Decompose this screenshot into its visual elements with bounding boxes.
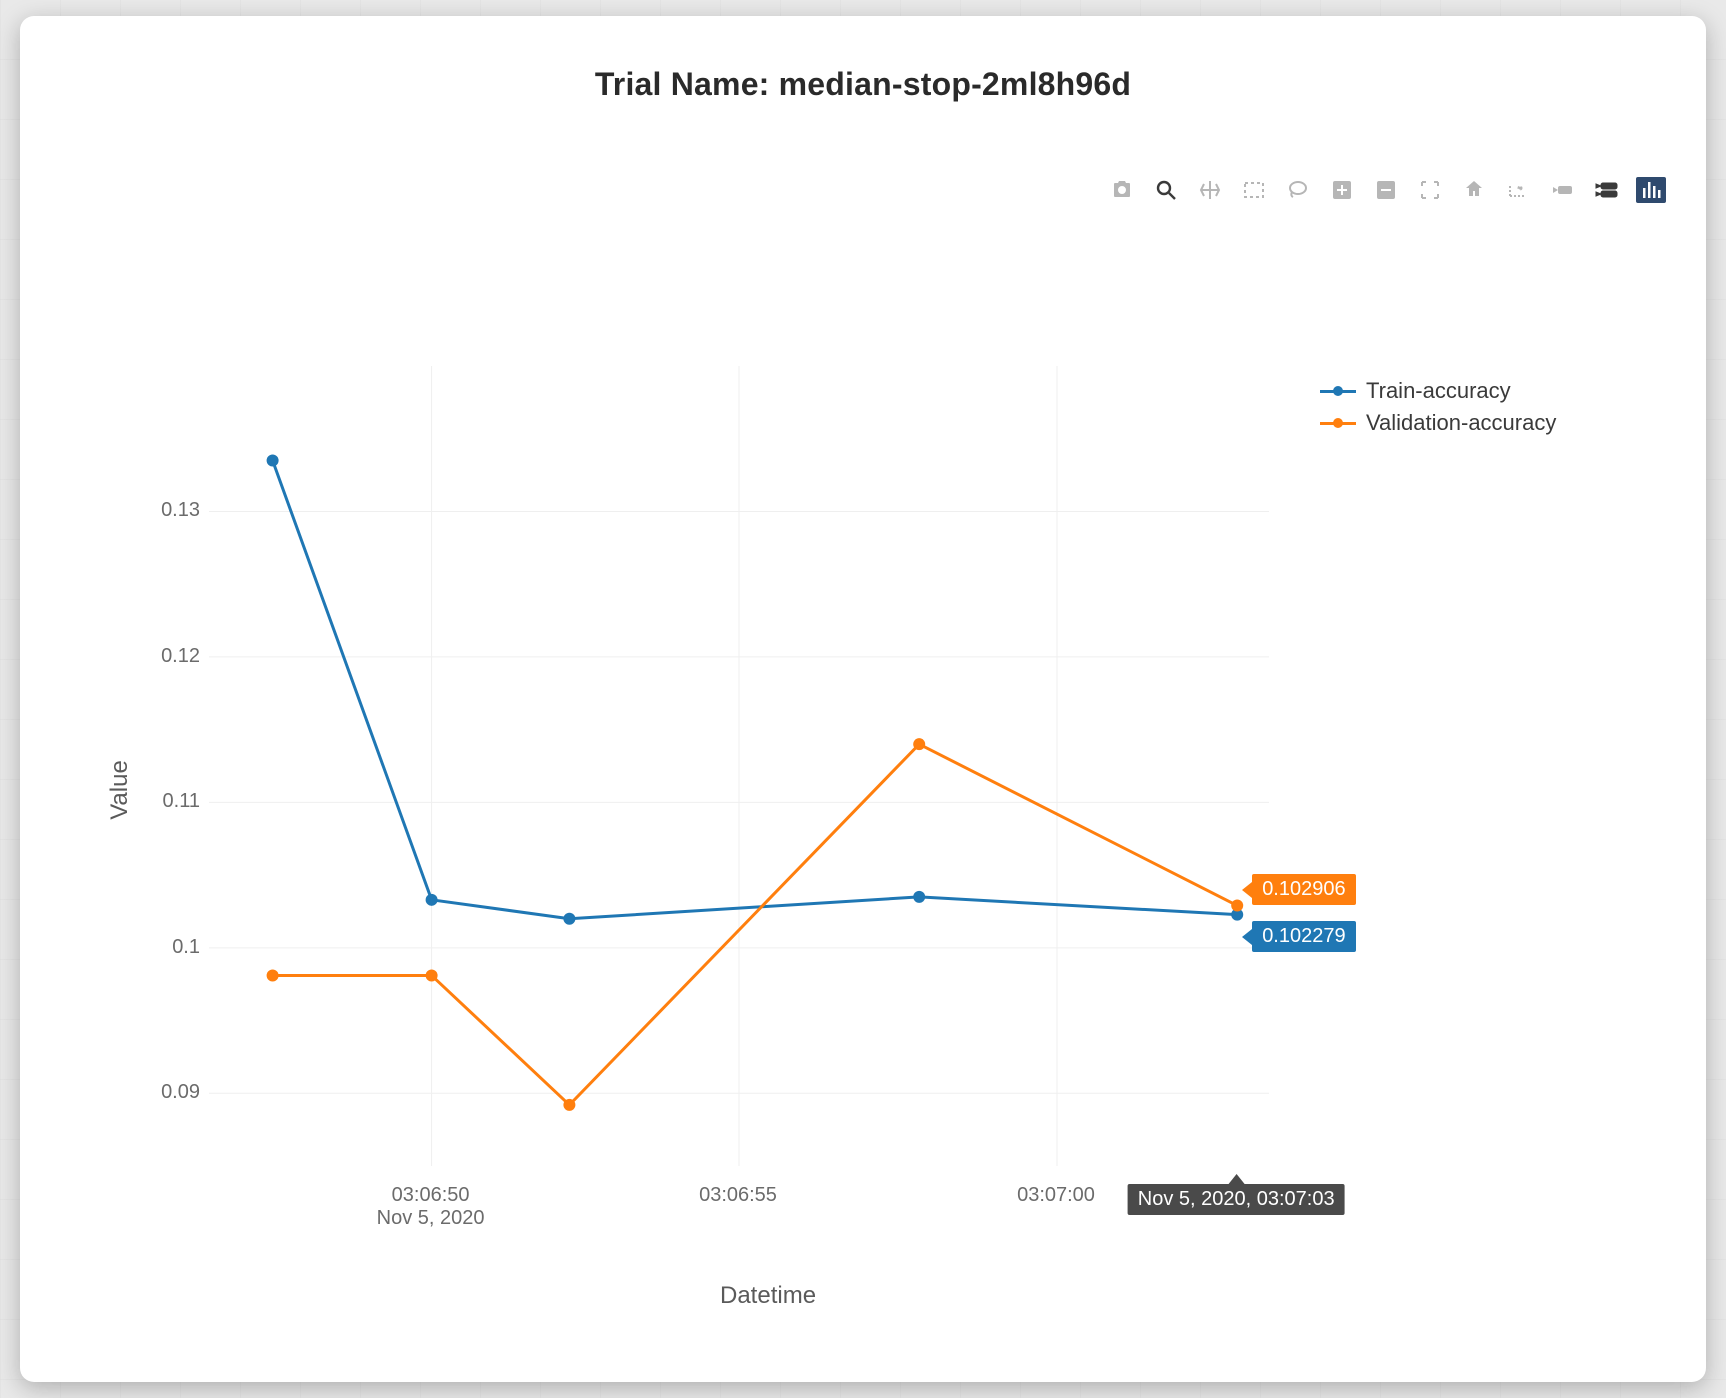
legend: Train-accuracy Validation-accuracy bbox=[1320, 378, 1556, 442]
data-point[interactable] bbox=[913, 738, 925, 750]
data-point[interactable] bbox=[426, 894, 438, 906]
hover-value-validation: 0.102906 bbox=[1252, 874, 1355, 905]
y-tick: 0.11 bbox=[120, 790, 200, 813]
hover-value-train: 0.102279 bbox=[1252, 921, 1355, 952]
legend-item-validation[interactable]: Validation-accuracy bbox=[1320, 410, 1556, 436]
data-point[interactable] bbox=[913, 891, 925, 903]
y-tick: 0.09 bbox=[120, 1081, 200, 1104]
download-png-button[interactable] bbox=[1108, 176, 1136, 204]
plotly-logo-button[interactable] bbox=[1636, 177, 1666, 203]
x-axis-title: Datetime bbox=[720, 1282, 816, 1310]
toggle-spikelines-button[interactable] bbox=[1504, 176, 1532, 204]
plot-svg[interactable] bbox=[209, 366, 1269, 1166]
x-tick: 03:07:00 bbox=[1017, 1184, 1095, 1207]
autoscale-button[interactable] bbox=[1416, 176, 1444, 204]
zoom-out-button[interactable] bbox=[1372, 176, 1400, 204]
zoom-in-button[interactable] bbox=[1328, 176, 1356, 204]
plot[interactable] bbox=[208, 366, 1269, 1166]
data-point[interactable] bbox=[1231, 900, 1243, 912]
hover-x-label: Nov 5, 2020, 03:07:03 bbox=[1128, 1184, 1345, 1215]
title-bar: Trial Name: median-stop-2ml8h96d bbox=[20, 66, 1706, 103]
y-tick: 0.13 bbox=[120, 499, 200, 522]
data-point[interactable] bbox=[267, 455, 279, 467]
chart-title: Trial Name: median-stop-2ml8h96d bbox=[595, 66, 1131, 103]
data-point[interactable] bbox=[426, 969, 438, 981]
x-tick: 03:06:50Nov 5, 2020 bbox=[377, 1184, 485, 1230]
chart-area[interactable]: Value Datetime Train-accuracy Validation… bbox=[20, 276, 1706, 1326]
pan-button[interactable] bbox=[1196, 176, 1224, 204]
zoom-button[interactable] bbox=[1152, 176, 1180, 204]
y-tick: 0.12 bbox=[120, 645, 200, 668]
chart-modal: Trial Name: median-stop-2ml8h96d bbox=[20, 16, 1706, 1382]
lasso-select-button[interactable] bbox=[1284, 176, 1312, 204]
hover-value-train-arrow-icon bbox=[1242, 929, 1252, 945]
hover-value-validation-arrow-icon bbox=[1242, 882, 1252, 898]
data-point[interactable] bbox=[563, 1099, 575, 1111]
hover-compare-button[interactable] bbox=[1592, 176, 1620, 204]
legend-label-validation: Validation-accuracy bbox=[1366, 410, 1556, 436]
x-tick: 03:06:55 bbox=[699, 1184, 777, 1207]
series-line[interactable] bbox=[273, 461, 1238, 919]
plot-toolbar bbox=[1108, 176, 1666, 204]
y-tick: 0.1 bbox=[120, 936, 200, 959]
reset-axes-button[interactable] bbox=[1460, 176, 1488, 204]
legend-item-train[interactable]: Train-accuracy bbox=[1320, 378, 1556, 404]
data-point[interactable] bbox=[267, 969, 279, 981]
box-select-button[interactable] bbox=[1240, 176, 1268, 204]
series-line[interactable] bbox=[273, 744, 1238, 1105]
legend-label-train: Train-accuracy bbox=[1366, 378, 1511, 404]
data-point[interactable] bbox=[563, 913, 575, 925]
hover-closest-button[interactable] bbox=[1548, 176, 1576, 204]
